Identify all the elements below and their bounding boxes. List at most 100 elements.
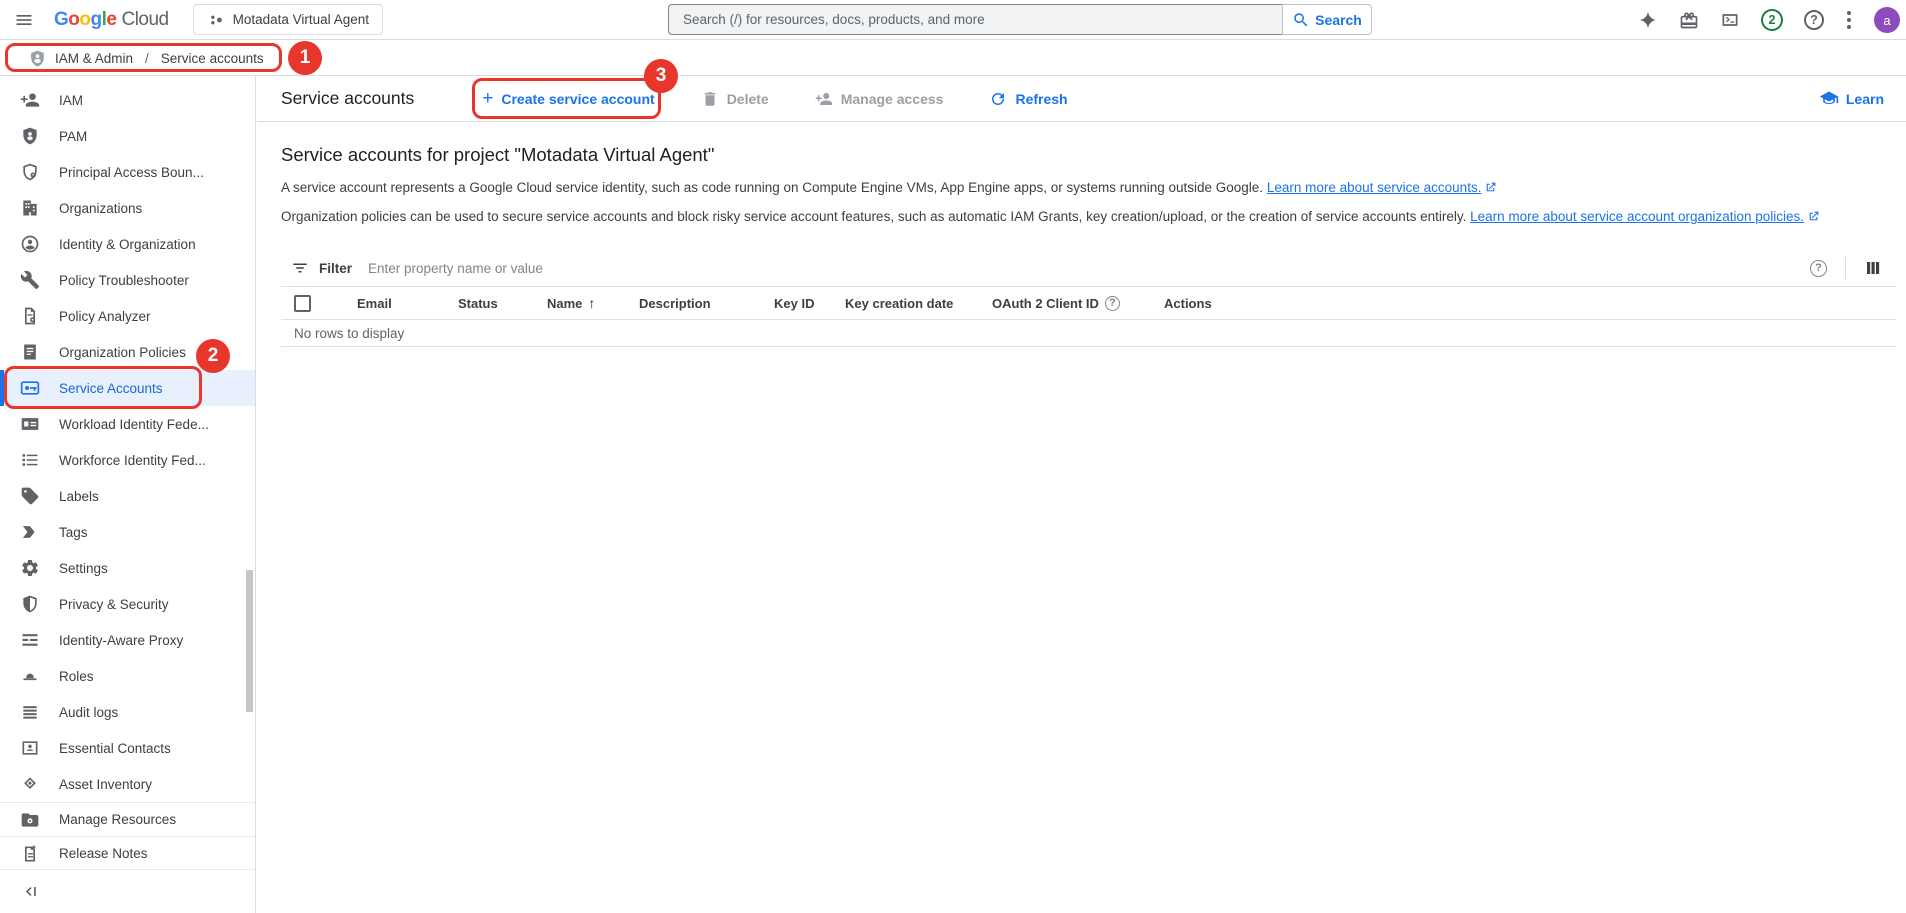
sidebar-item-privacy-security[interactable]: Privacy & Security (0, 586, 255, 622)
filter-bar: Filter ? (281, 250, 1896, 287)
filter-input[interactable] (368, 261, 1810, 276)
sidebar-item-policy-analyzer[interactable]: Policy Analyzer (0, 298, 255, 334)
create-service-account-button[interactable]: + Create service account (482, 90, 654, 108)
table-header-row: Email Status Name↑ Description Key ID Ke… (281, 287, 1896, 320)
content-heading: Service accounts for project "Motadata V… (281, 144, 1896, 166)
document-gear-icon (20, 306, 40, 326)
learn-label: Learn (1846, 91, 1884, 107)
column-header-key-creation-date[interactable]: Key creation date (833, 296, 980, 311)
nested-diamond-icon (20, 774, 40, 794)
notifications-badge[interactable]: 2 (1761, 9, 1783, 31)
search-input[interactable] (668, 4, 1282, 35)
sidebar-item-policy-troubleshooter[interactable]: Policy Troubleshooter (0, 262, 255, 298)
search-button[interactable]: Search (1282, 4, 1372, 35)
sidebar-item-label: Identity-Aware Proxy (59, 633, 183, 648)
hamburger-menu-icon[interactable] (14, 10, 34, 30)
sidebar-item-principal-access-boundary[interactable]: Principal Access Boun... (0, 154, 255, 190)
breadcrumb-section[interactable]: IAM & Admin (55, 51, 133, 66)
sidebar-item-labels[interactable]: Labels (0, 478, 255, 514)
search-icon (1292, 11, 1310, 29)
toolbar-actions: + Create service account Delete Manage a… (482, 90, 1067, 108)
sidebar-item-label: Policy Analyzer (59, 309, 151, 324)
person-add-icon (20, 90, 40, 110)
column-options-icon[interactable] (1864, 259, 1882, 277)
column-header-oauth2-client-id[interactable]: OAuth 2 Client ID? (980, 296, 1152, 311)
sidebar-item-identity-aware-proxy[interactable]: Identity-Aware Proxy (0, 622, 255, 658)
breadcrumb-page[interactable]: Service accounts (161, 51, 264, 66)
sidebar-item-manage-resources[interactable]: Manage Resources (0, 803, 255, 836)
sidebar-item-workforce-identity-federation[interactable]: Workforce Identity Fed... (0, 442, 255, 478)
person-add-icon (815, 90, 833, 108)
sidebar-item-organization-policies[interactable]: Organization Policies (0, 334, 255, 370)
column-header-description[interactable]: Description (627, 296, 762, 311)
help-icon[interactable]: ? (1804, 10, 1824, 30)
cloud-shell-icon[interactable] (1720, 10, 1740, 30)
sidebar-item-organizations[interactable]: Organizations (0, 190, 255, 226)
trash-icon (701, 90, 719, 108)
sidebar-collapse-button[interactable] (0, 869, 255, 913)
sidebar-item-label: Labels (59, 489, 99, 504)
sidebar-item-settings[interactable]: Settings (0, 550, 255, 586)
logo-letter: G (54, 9, 68, 31)
document-star-icon (20, 844, 40, 864)
sidebar-item-audit-logs[interactable]: Audit logs (0, 694, 255, 730)
sidebar-scrollbar[interactable] (246, 570, 253, 712)
column-header-email[interactable]: Email (345, 296, 446, 311)
service-accounts-table: Filter ? Email Status Name↑ Description … (281, 250, 1896, 347)
folder-gear-icon (20, 810, 40, 830)
table-help-icon[interactable]: ? (1810, 260, 1827, 277)
column-header-status[interactable]: Status (446, 296, 535, 311)
learn-more-org-policies-link[interactable]: Learn more about service account organiz… (1470, 209, 1804, 224)
refresh-button[interactable]: Refresh (989, 90, 1067, 108)
manage-access-button[interactable]: Manage access (815, 90, 944, 108)
sidebar-item-roles[interactable]: Roles (0, 658, 255, 694)
external-link-icon (1484, 181, 1497, 194)
collapse-panel-icon (22, 882, 42, 902)
page-content: Service accounts for project "Motadata V… (257, 122, 1906, 347)
arrow-tag-icon (20, 522, 40, 542)
project-selector[interactable]: Motadata Virtual Agent (193, 4, 383, 35)
sidebar-item-label: Settings (59, 561, 108, 576)
delete-button[interactable]: Delete (701, 90, 769, 108)
column-header-name[interactable]: Name↑ (535, 295, 627, 311)
breadcrumb-bar: IAM & Admin / Service accounts (0, 41, 1906, 76)
org-policies-text: Organization policies can be used to sec… (281, 209, 1466, 224)
google-cloud-logo[interactable]: Google Cloud (54, 9, 169, 31)
breadcrumb-separator: / (145, 51, 149, 66)
sidebar-item-label: Identity & Organization (59, 237, 196, 252)
sidebar-item-label: Audit logs (59, 705, 118, 720)
sidebar-item-iam[interactable]: IAM (0, 82, 255, 118)
service-account-key-icon (20, 378, 40, 398)
select-all-checkbox[interactable] (294, 295, 311, 312)
logo-letter: e (106, 9, 116, 31)
sidebar-item-pam[interactable]: PAM (0, 118, 255, 154)
sidebar-item-label: Principal Access Boun... (59, 165, 204, 180)
top-app-bar: Google Cloud Motadata Virtual Agent Sear… (0, 0, 1906, 40)
logo-letter: g (91, 9, 102, 31)
sidebar-item-workload-identity-federation[interactable]: Workload Identity Fede... (0, 406, 255, 442)
graduation-cap-icon (1819, 89, 1839, 109)
sort-ascending-icon: ↑ (588, 295, 595, 311)
topbar-icons: 2 ? a (1638, 0, 1900, 40)
sidebar-item-service-accounts[interactable]: Service Accounts (0, 370, 255, 406)
account-avatar[interactable]: a (1874, 7, 1900, 33)
hat-icon (20, 666, 40, 686)
sidebar-item-asset-inventory[interactable]: Asset Inventory (0, 766, 255, 802)
building-icon (20, 198, 40, 218)
sidebar-item-tags[interactable]: Tags (0, 514, 255, 550)
breadcrumb[interactable]: IAM & Admin / Service accounts (28, 49, 264, 68)
gemini-sparkle-icon[interactable] (1638, 10, 1658, 30)
page-toolbar: Service accounts + Create service accoun… (257, 76, 1906, 122)
sidebar-item-identity-organization[interactable]: Identity & Organization (0, 226, 255, 262)
column-header-key-id[interactable]: Key ID (762, 296, 833, 311)
oauth-help-icon[interactable]: ? (1105, 296, 1120, 311)
contact-card-icon (20, 738, 40, 758)
learn-more-service-accounts-link[interactable]: Learn more about service accounts. (1267, 180, 1482, 195)
more-options-icon[interactable] (1845, 9, 1853, 31)
vertical-divider (1845, 257, 1846, 279)
sidebar-item-release-notes[interactable]: Release Notes (0, 837, 255, 870)
learn-button[interactable]: Learn (1819, 89, 1894, 109)
sidebar-item-label: Tags (59, 525, 88, 540)
sidebar-item-essential-contacts[interactable]: Essential Contacts (0, 730, 255, 766)
gift-icon[interactable] (1679, 10, 1699, 30)
